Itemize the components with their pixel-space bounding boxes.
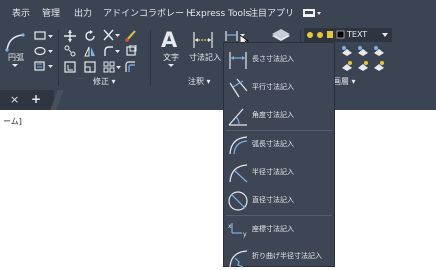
array-icon[interactable]	[103, 61, 121, 73]
chevron-down-icon[interactable]	[12, 64, 18, 68]
menu-item-radius-dimension[interactable]: 半径寸法記入	[224, 160, 334, 186]
explode-icon[interactable]	[125, 45, 137, 57]
layer-tool-row-2-icon[interactable]	[340, 60, 390, 72]
menu-item-ordinate-dimension[interactable]: xy 座標寸法記入	[224, 217, 334, 243]
dimension-icon[interactable]	[192, 30, 214, 50]
menu-separator	[226, 215, 332, 216]
menu-item-label: 座標寸法記入	[252, 225, 294, 233]
jogged-radius-dimension-icon	[227, 246, 249, 268]
panel-divider	[58, 30, 59, 86]
scale-icon[interactable]	[84, 61, 96, 73]
svg-text:A: A	[161, 28, 178, 51]
menu-addins[interactable]: アドイン	[103, 9, 139, 19]
menu-item-linear-dimension[interactable]: 長さ寸法記入	[224, 47, 334, 73]
file-tab-bar	[0, 90, 436, 110]
angular-dimension-icon	[227, 105, 249, 127]
annotation-panel-label[interactable]: 注釈 ▾	[188, 77, 211, 87]
move-icon[interactable]	[64, 30, 76, 42]
menu-express-tools[interactable]: Express Tools	[190, 9, 250, 19]
ellipse-icon[interactable]	[34, 46, 54, 56]
menu-item-label: 折り曲げ半径寸法記入	[252, 252, 322, 260]
menu-item-label: 長さ寸法記入	[252, 55, 294, 63]
draw-order-icon[interactable]	[125, 29, 137, 42]
diameter-dimension-icon	[227, 190, 249, 212]
arc-icon[interactable]	[4, 32, 26, 52]
aligned-dimension-icon	[227, 77, 249, 99]
layers-panel-label[interactable]: 画層 ▾	[333, 77, 356, 87]
text-label[interactable]: 文字	[163, 53, 179, 63]
menu-item-label: 角度寸法記入	[252, 111, 294, 119]
menu-bar: 表示 管理 出力 アドイン コラボレート Express Tools 注目アプリ	[0, 0, 436, 27]
menu-item-aligned-dimension[interactable]: 平行寸法記入	[224, 75, 334, 101]
trim-icon[interactable]	[103, 29, 121, 42]
linear-dimension-icon	[227, 49, 249, 71]
file-tab[interactable]	[0, 90, 54, 110]
viewport-label-fragment[interactable]: ーム]	[3, 117, 22, 127]
radius-dimension-icon	[227, 162, 249, 184]
dimension-dropdown-menu: 長さ寸法記入 平行寸法記入 角度寸法記入 弧長寸法記入 半径寸法記入 直径寸法記…	[223, 42, 335, 270]
menu-item-label: 半径寸法記入	[252, 168, 294, 176]
menu-item-diameter-dimension[interactable]: 直径寸法記入	[224, 188, 334, 214]
close-tab-icon[interactable]: ×	[10, 94, 19, 105]
offset-icon[interactable]	[125, 61, 137, 73]
layer-name: TEXT	[347, 30, 368, 39]
rotate-icon[interactable]	[84, 30, 96, 42]
arc-length-dimension-icon	[227, 134, 249, 156]
dimension-label[interactable]: 寸法記入	[189, 53, 221, 63]
svg-text:y: y	[243, 231, 247, 238]
menu-item-label: 平行寸法記入	[252, 83, 294, 91]
layer-properties-icon[interactable]	[270, 28, 292, 42]
menu-featured-apps[interactable]: 注目アプリ	[249, 9, 294, 19]
menu-item-angular-dimension[interactable]: 角度寸法記入	[224, 103, 334, 129]
text-icon[interactable]: A	[160, 27, 180, 51]
menu-item-label: 直径寸法記入	[252, 196, 294, 204]
menu-item-arc-length-dimension[interactable]: 弧長寸法記入	[224, 132, 334, 158]
panel-divider	[150, 30, 151, 86]
new-tab-icon[interactable]: +	[31, 93, 41, 105]
arc-label: 円弧	[8, 53, 24, 62]
mirror-icon[interactable]	[84, 45, 96, 57]
menu-view[interactable]: 表示	[12, 9, 30, 19]
fillet-icon[interactable]	[103, 45, 121, 57]
rectangle-icon[interactable]	[34, 31, 54, 41]
ribbon-toggle-icon[interactable]	[303, 9, 321, 18]
menu-collaborate[interactable]: コラボレート	[139, 9, 193, 19]
menu-item-label: 弧長寸法記入	[252, 140, 294, 148]
chevron-down-icon[interactable]	[168, 64, 174, 68]
modify-panel-label[interactable]: 修正 ▾	[93, 77, 116, 87]
ordinate-dimension-icon: xy	[227, 219, 249, 241]
layer-tool-row-1-icon[interactable]	[340, 45, 390, 57]
menu-separator	[226, 130, 332, 131]
copy-icon[interactable]	[64, 45, 76, 57]
drawing-area[interactable]	[0, 110, 436, 267]
stretch-icon[interactable]	[64, 61, 76, 73]
svg-text:x: x	[228, 223, 232, 230]
menu-output[interactable]: 出力	[74, 9, 92, 19]
menu-manage[interactable]: 管理	[42, 9, 60, 19]
hatch-icon[interactable]	[34, 61, 54, 72]
menu-item-jogged-radius-dimension[interactable]: 折り曲げ半径寸法記入	[224, 244, 334, 270]
